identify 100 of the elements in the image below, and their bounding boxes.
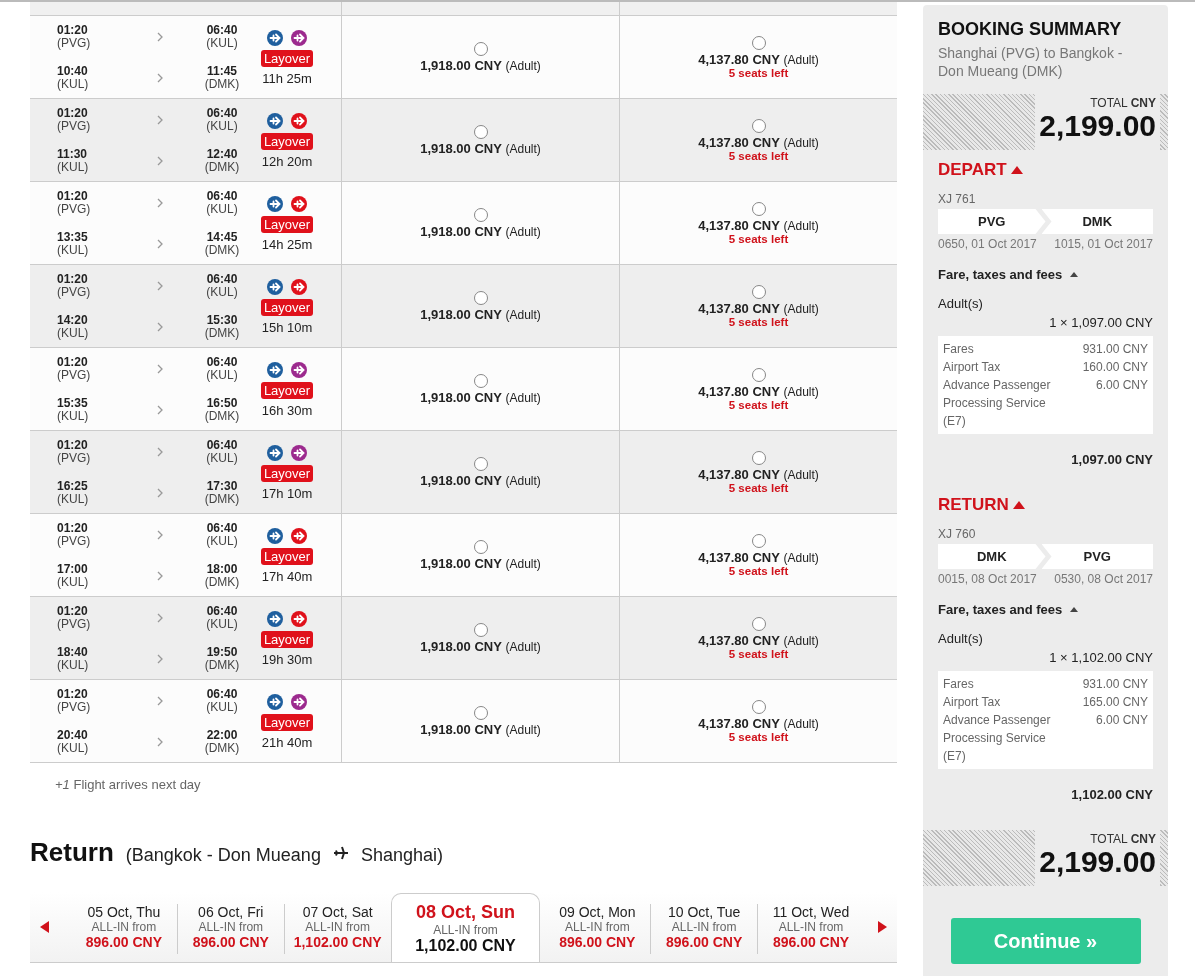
total-label: TOTAL CNY [1090, 96, 1156, 110]
section-toggle[interactable]: DEPART [938, 160, 1153, 180]
airport-code: (DMK) [204, 243, 240, 257]
layover-badge: Layover [260, 299, 314, 316]
date-tab[interactable]: 08 Oct, Sun ALL-IN from 1,102.00 CNY [390, 893, 541, 962]
chevron-icon [157, 446, 163, 457]
arrival-time: 06:40 [206, 355, 238, 369]
fare-radio[interactable] [473, 705, 488, 720]
airport-code: (PVG) [57, 119, 91, 133]
departure-time: 01:20 [57, 189, 88, 203]
arrival-time: 06:40 [206, 23, 238, 37]
total-label: TOTAL CNY [1090, 832, 1156, 846]
departure-datetime: 0015, 08 Oct 2017 [938, 572, 1037, 586]
arrival-time: 06:40 [206, 687, 238, 701]
fare-radio[interactable] [751, 616, 766, 631]
fare-radio[interactable] [751, 367, 766, 382]
date-tab[interactable]: 10 Oct, Tue ALL-IN from 896.00 CNY [651, 904, 759, 954]
arrival-datetime: 1015, 01 Oct 2017 [1054, 237, 1153, 251]
fare-radio[interactable] [473, 539, 488, 554]
fee-amount: 6.00 CNY [1094, 712, 1148, 729]
fare-radio[interactable] [473, 124, 488, 139]
airport-code: (KUL) [57, 575, 89, 589]
airport-code: (KUL) [57, 741, 89, 755]
fare-radio[interactable] [751, 533, 766, 548]
airport-code: (DMK) [204, 77, 240, 91]
date-tab[interactable]: 11 Oct, Wed ALL-IN from 896.00 CNY [758, 904, 864, 954]
chevron-icon [157, 529, 163, 540]
date-tab[interactable]: 07 Oct, Sat ALL-IN from 1,102.00 CNY [284, 904, 391, 954]
fare-price: 4,137.80 CNY (Adult) [698, 383, 819, 399]
fare-price: 1,918.00 CNY (Adult) [420, 57, 541, 73]
airport-code: (DMK) [204, 658, 240, 672]
duration: 19h 30m [261, 652, 313, 667]
fee-name: Airport Tax [943, 694, 1002, 711]
chevron-icon [157, 197, 163, 208]
fare-price: 1,918.00 CNY (Adult) [420, 555, 541, 571]
chevron-icon [157, 487, 163, 498]
fare-price: 1,918.00 CNY (Adult) [420, 140, 541, 156]
previous-arrow-icon[interactable] [40, 921, 49, 933]
departure-datetime: 0650, 01 Oct 2017 [938, 237, 1037, 251]
seats-left: 5 seats left [728, 315, 789, 328]
fare-price: 4,137.80 CNY (Adult) [698, 632, 819, 648]
duration: 21h 40m [261, 735, 313, 750]
fare-radio[interactable] [751, 450, 766, 465]
chevron-icon [157, 404, 163, 415]
summary-title: BOOKING SUMMARY [937, 18, 1123, 41]
fare-price: 4,137.80 CNY (Adult) [698, 134, 819, 150]
fare-radio[interactable] [751, 35, 766, 50]
fare-radio[interactable] [473, 456, 488, 471]
fare-radio[interactable] [473, 41, 488, 56]
airport-code: (KUL) [206, 617, 238, 631]
fare-radio[interactable] [473, 373, 488, 388]
fare-radio[interactable] [473, 622, 488, 637]
layover-badge: Layover [260, 133, 314, 150]
departure-time: 18:40 [57, 645, 88, 659]
section-title: Return [30, 837, 114, 868]
airport-code: (DMK) [204, 326, 240, 340]
subtotal: 1,102.00 CNY [1070, 787, 1153, 802]
chevron-icon [157, 321, 163, 332]
chevron-icon [157, 238, 163, 249]
next-arrow-icon[interactable] [877, 921, 887, 933]
fees-toggle[interactable]: Fare, taxes and fees [938, 602, 1153, 617]
fare-radio[interactable] [473, 290, 488, 305]
subtotal: 1,097.00 CNY [1070, 452, 1153, 467]
chevron-icon [157, 363, 163, 374]
fee-amount: 6.00 CNY [1094, 377, 1148, 394]
passenger-type: Adult(s) [938, 631, 984, 646]
layover-badge: Layover [260, 714, 314, 731]
airport-code: (PVG) [57, 285, 91, 299]
duration: 16h 30m [261, 403, 313, 418]
chevron-icon [157, 612, 163, 623]
departure-time: 01:20 [57, 355, 88, 369]
section-toggle[interactable]: RETURN [938, 495, 1153, 515]
departure-time: 01:20 [57, 23, 88, 37]
fee-amount: 931.00 CNY [1082, 341, 1148, 358]
duration: 11h 25m [262, 71, 312, 86]
arrival-time: 18:00 [206, 562, 238, 576]
total-amount: 2,199.00 [1039, 846, 1156, 878]
fare-radio[interactable] [751, 699, 766, 714]
date-tab[interactable]: 09 Oct, Mon ALL-IN from 896.00 CNY [544, 904, 652, 954]
date-tab[interactable]: 06 Oct, Fri ALL-IN from 896.00 CNY [177, 904, 285, 954]
airport-code: (PVG) [57, 534, 91, 548]
airport-code: (KUL) [57, 409, 89, 423]
fare-radio[interactable] [751, 284, 766, 299]
flight-number: XJ 760 [938, 527, 977, 541]
fee-amount: 160.00 CNY [1082, 359, 1148, 376]
fare-radio[interactable] [473, 207, 488, 222]
fee-name: Fares [943, 341, 975, 358]
airport-code: (KUL) [206, 36, 238, 50]
airport-code: (KUL) [206, 534, 238, 548]
fare-radio[interactable] [751, 118, 766, 133]
airport-code: (DMK) [204, 160, 240, 174]
fee-name: Airport Tax [943, 359, 1002, 376]
duration: 12h 20m [261, 154, 313, 169]
fees-toggle[interactable]: Fare, taxes and fees [938, 267, 1153, 282]
route-from: (Bangkok - Don Mueang [125, 845, 321, 866]
date-tab[interactable]: 05 Oct, Thu ALL-IN from 896.00 CNY [71, 904, 178, 954]
layover-badge: Layover [260, 50, 314, 67]
fare-radio[interactable] [751, 201, 766, 216]
fare-price: 1,918.00 CNY (Adult) [420, 638, 541, 654]
airport-code: (KUL) [57, 492, 89, 506]
